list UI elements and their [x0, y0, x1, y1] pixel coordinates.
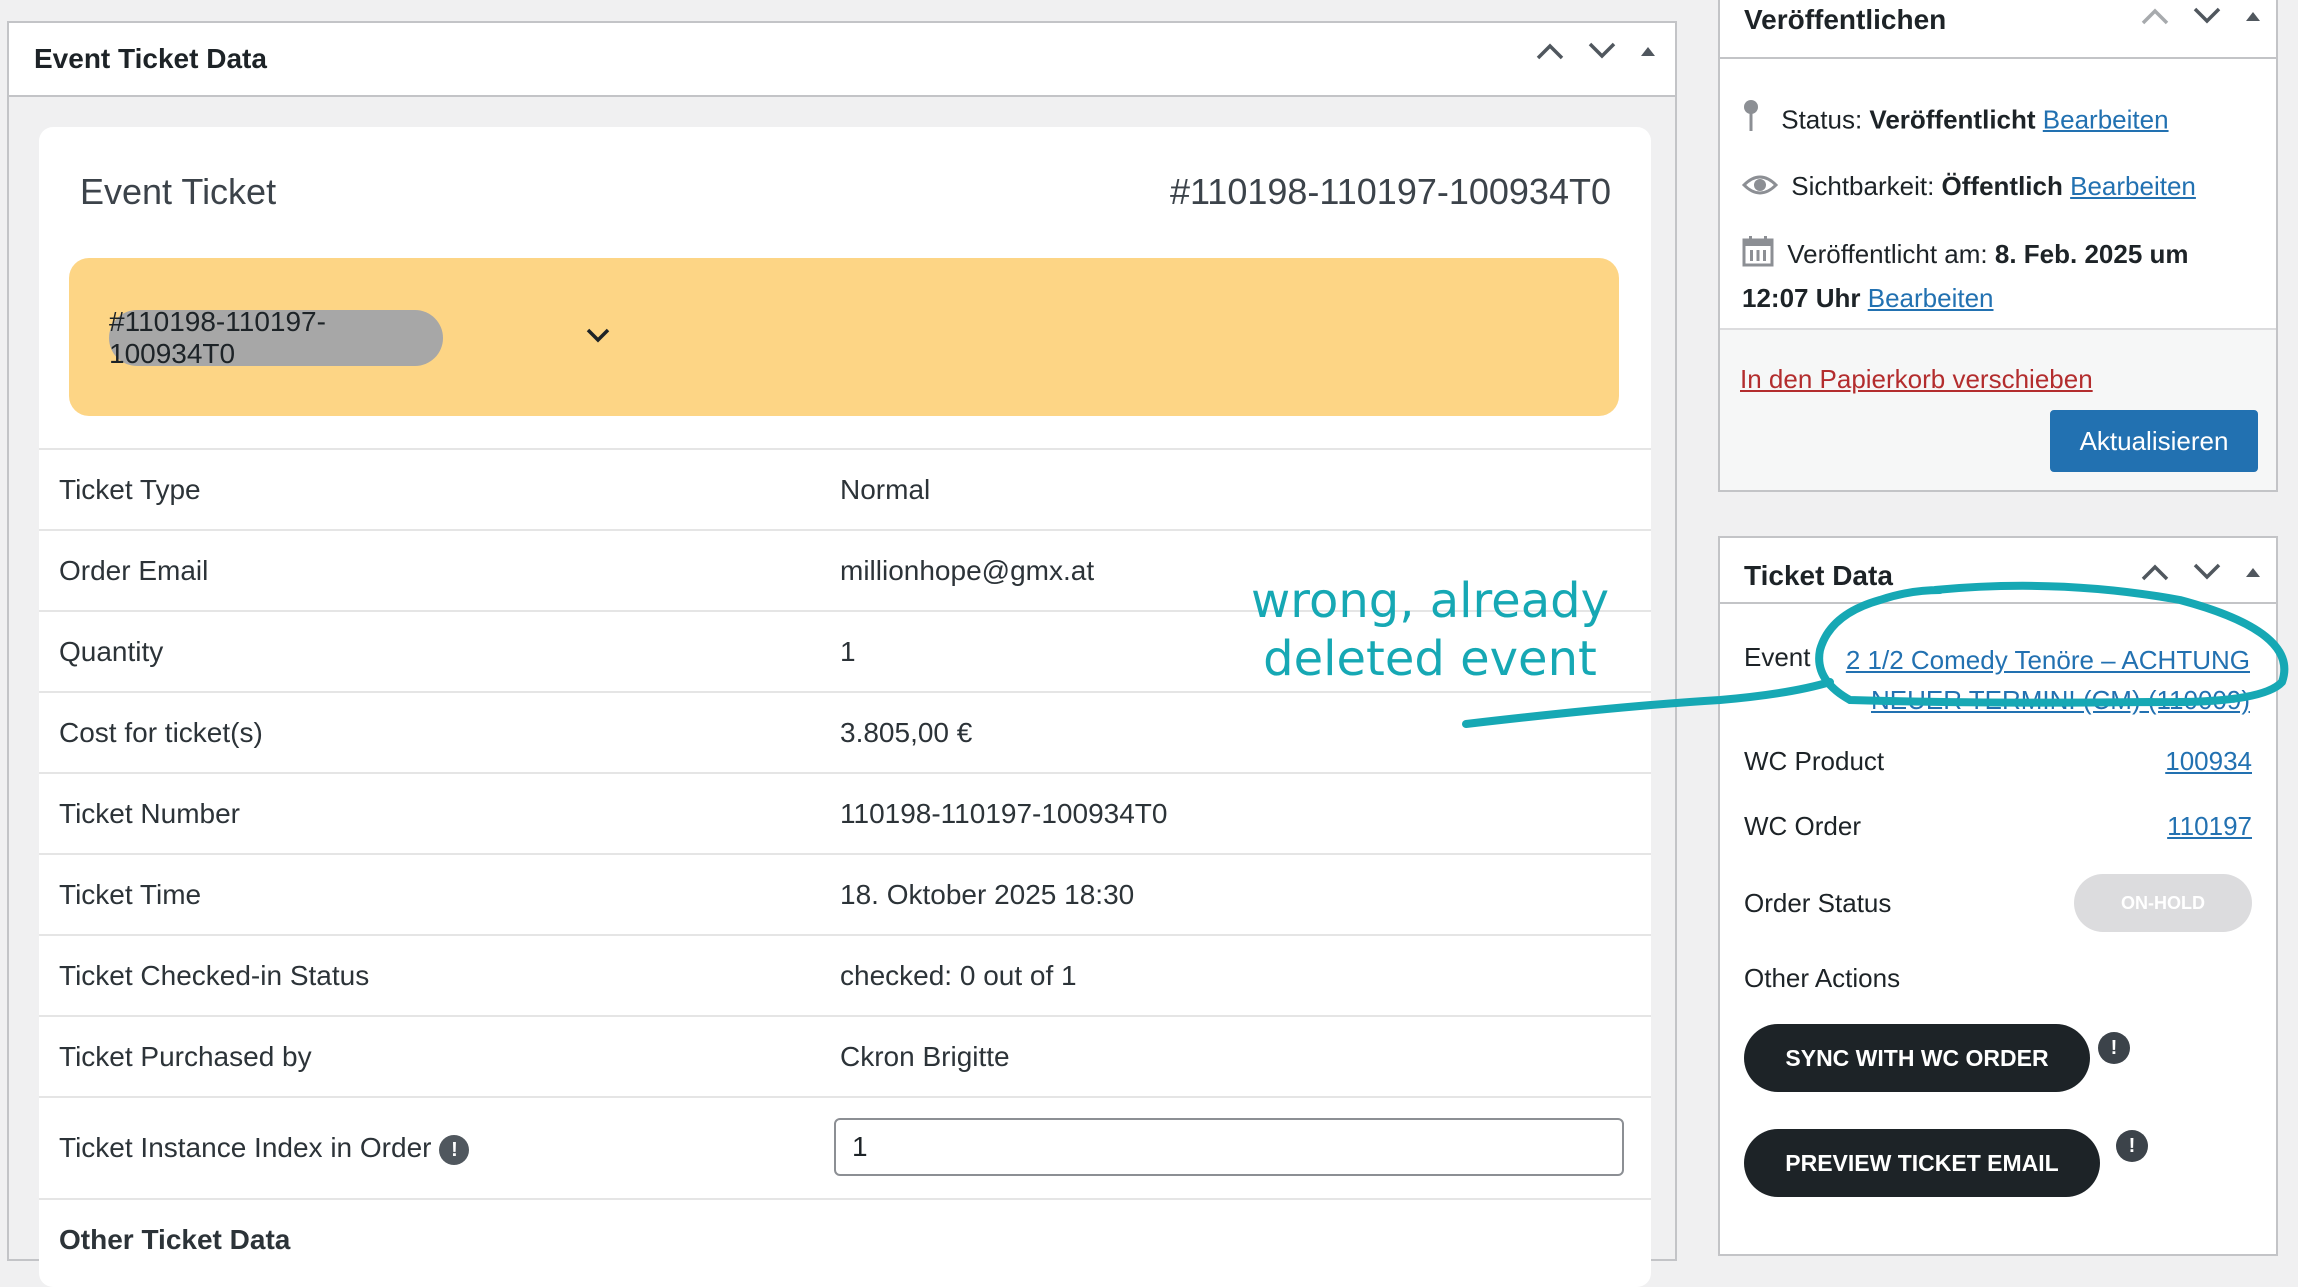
- collapse-toggle-icon[interactable]: [1639, 44, 1657, 63]
- visibility-label: Sichtbarkeit:: [1791, 171, 1935, 201]
- ticket-data-title: Ticket Data: [1744, 560, 1893, 591]
- row-label: Ticket Checked-in Status: [59, 960, 370, 991]
- ticket-data-postbox: Ticket Data Event 2 1/2 Comedy Tenöre – …: [1718, 536, 2278, 1256]
- row-value: 3.805,00 €: [840, 717, 973, 748]
- row-value: millionhope@gmx.at: [840, 555, 1095, 586]
- ticket-data-header: Ticket Data: [1720, 538, 2276, 604]
- row-label: Ticket Type: [59, 474, 201, 505]
- row-value: 1: [840, 636, 856, 667]
- table-row-other-heading: Other Ticket Data: [39, 1198, 1651, 1279]
- row-value: Normal: [840, 474, 931, 505]
- preview-info-icon[interactable]: !: [2116, 1130, 2148, 1162]
- row-label: Order Email: [59, 555, 209, 586]
- move-up-icon[interactable]: [2140, 562, 2170, 587]
- event-link[interactable]: 2 1/2 Comedy Tenöre – ACHTUNG NEUER TERM…: [1836, 640, 2250, 720]
- table-row: Ticket Type Normal: [39, 448, 1651, 529]
- eye-icon: [1741, 168, 1779, 208]
- visibility-value: Öffentlich: [1941, 171, 2063, 201]
- row-label: Ticket Number: [59, 798, 241, 829]
- row-label: Quantity: [59, 636, 164, 667]
- update-button[interactable]: Aktualisieren: [2050, 410, 2258, 472]
- collapse-toggle-icon[interactable]: [2244, 9, 2262, 28]
- sync-wc-order-button[interactable]: SYNC WITH WC ORDER: [1744, 1024, 2090, 1092]
- postbox-title: Event Ticket Data: [34, 43, 267, 74]
- move-up-icon[interactable]: [1535, 41, 1565, 66]
- trash-link[interactable]: In den Papierkorb verschieben: [1740, 364, 2093, 395]
- sync-info-icon[interactable]: !: [2098, 1032, 2130, 1064]
- postbox-header: Event Ticket Data: [9, 23, 1675, 97]
- ticket-id: #110198-110197-100934T0: [1169, 171, 1611, 212]
- wc-product-label: WC Product: [1744, 746, 1885, 776]
- chevron-down-icon[interactable]: [585, 326, 611, 349]
- preview-ticket-email-button[interactable]: PREVIEW TICKET EMAIL: [1744, 1129, 2100, 1197]
- move-down-icon[interactable]: [2192, 6, 2222, 31]
- visibility-line: Sichtbarkeit: Öffentlich Bearbeiten: [1741, 166, 2196, 208]
- row-value: Ckron Brigitte: [840, 1041, 1010, 1072]
- published-label: Veröffentlicht am:: [1787, 239, 1988, 269]
- annotation-text: wrong, already deleted event: [1220, 572, 1640, 688]
- table-row: Ticket Purchased by Ckron Brigitte: [39, 1015, 1651, 1096]
- edit-visibility-link[interactable]: Bearbeiten: [2070, 171, 2196, 201]
- publish-actions: In den Papierkorb verschieben Aktualisie…: [1720, 328, 2276, 490]
- ticket-data-controls: [2140, 562, 2262, 587]
- move-up-icon[interactable]: [2140, 6, 2170, 31]
- publish-controls: [2140, 6, 2262, 31]
- pin-icon: [1742, 99, 1760, 144]
- table-row: Ticket Checked-in Status checked: 0 out o…: [39, 934, 1651, 1015]
- move-down-icon[interactable]: [2192, 562, 2222, 587]
- annotation-line-2: deleted event: [1263, 631, 1597, 687]
- table-row-instance-index: Ticket Instance Index in Order!: [39, 1096, 1651, 1198]
- ticket-selector-panel: #110198-110197-100934T0: [69, 258, 1619, 416]
- published-date: 8. Feb. 2025 um: [1994, 239, 2189, 269]
- other-actions-label: Other Actions: [1744, 963, 1901, 993]
- published-date-line: Veröffentlicht am: 8. Feb. 2025 um 12:07…: [1742, 234, 2252, 318]
- edit-status-link[interactable]: Bearbeiten: [2043, 104, 2169, 134]
- wc-order-link[interactable]: 110197: [2167, 811, 2252, 842]
- wc-order-label: WC Order: [1744, 811, 1861, 841]
- row-label: Ticket Time: [59, 879, 202, 910]
- calendar-icon: [1742, 235, 1774, 278]
- collapse-toggle-icon[interactable]: [2244, 565, 2262, 584]
- table-row: Ticket Number 110198-110197-100934T0: [39, 772, 1651, 853]
- row-label: Ticket Instance Index in Order: [59, 1132, 432, 1163]
- row-value: checked: 0 out of 1: [840, 960, 1077, 991]
- annotation-line-1: wrong, already: [1251, 573, 1609, 629]
- move-down-icon[interactable]: [1587, 41, 1617, 66]
- postbox-controls: [1535, 41, 1657, 66]
- order-status-badge: ON-HOLD: [2074, 874, 2252, 932]
- status-value: Veröffentlicht: [1869, 104, 2036, 135]
- publish-title: Veröffentlichen: [1744, 4, 1947, 35]
- row-value: 110198-110197-100934T0: [840, 798, 1168, 829]
- table-row: Cost for ticket(s) 3.805,00 €: [39, 691, 1651, 772]
- table-row: Ticket Time 18. Oktober 2025 18:30: [39, 853, 1651, 934]
- publish-postbox: Veröffentlichen Status: Veröffentlicht B…: [1718, 0, 2278, 492]
- event-ticket-card: Event Ticket #110198-110197-100934T0 #11…: [39, 127, 1651, 1287]
- ticket-selector-pill[interactable]: #110198-110197-100934T0: [109, 306, 443, 369]
- row-label: Cost for ticket(s): [59, 717, 263, 748]
- other-ticket-data-heading: Other Ticket Data: [59, 1224, 291, 1255]
- event-link-line-2[interactable]: NEUER TERMIN! (CM) (110009): [1871, 685, 2250, 715]
- status-label: Status:: [1781, 104, 1863, 135]
- wc-product-link[interactable]: 100934: [2165, 746, 2252, 777]
- instance-index-input[interactable]: [834, 1118, 1624, 1176]
- edit-date-link[interactable]: Bearbeiten: [1868, 283, 1994, 313]
- published-time: 12:07 Uhr: [1742, 282, 1861, 313]
- order-status-label: Order Status: [1744, 888, 1892, 918]
- row-label: Ticket Purchased by: [59, 1041, 312, 1072]
- status-line: Status: Veröffentlicht Bearbeiten: [1742, 99, 2169, 144]
- event-label: Event: [1744, 642, 1811, 672]
- card-title: Event Ticket: [80, 171, 277, 212]
- row-value: 18. Oktober 2025 18:30: [840, 879, 1135, 910]
- info-icon[interactable]: !: [439, 1134, 470, 1165]
- row-label-wrap: Ticket Instance Index in Order!: [59, 1132, 470, 1165]
- publish-header: Veröffentlichen: [1720, 0, 2276, 59]
- event-link-line-1[interactable]: 2 1/2 Comedy Tenöre – ACHTUNG: [1846, 645, 2250, 675]
